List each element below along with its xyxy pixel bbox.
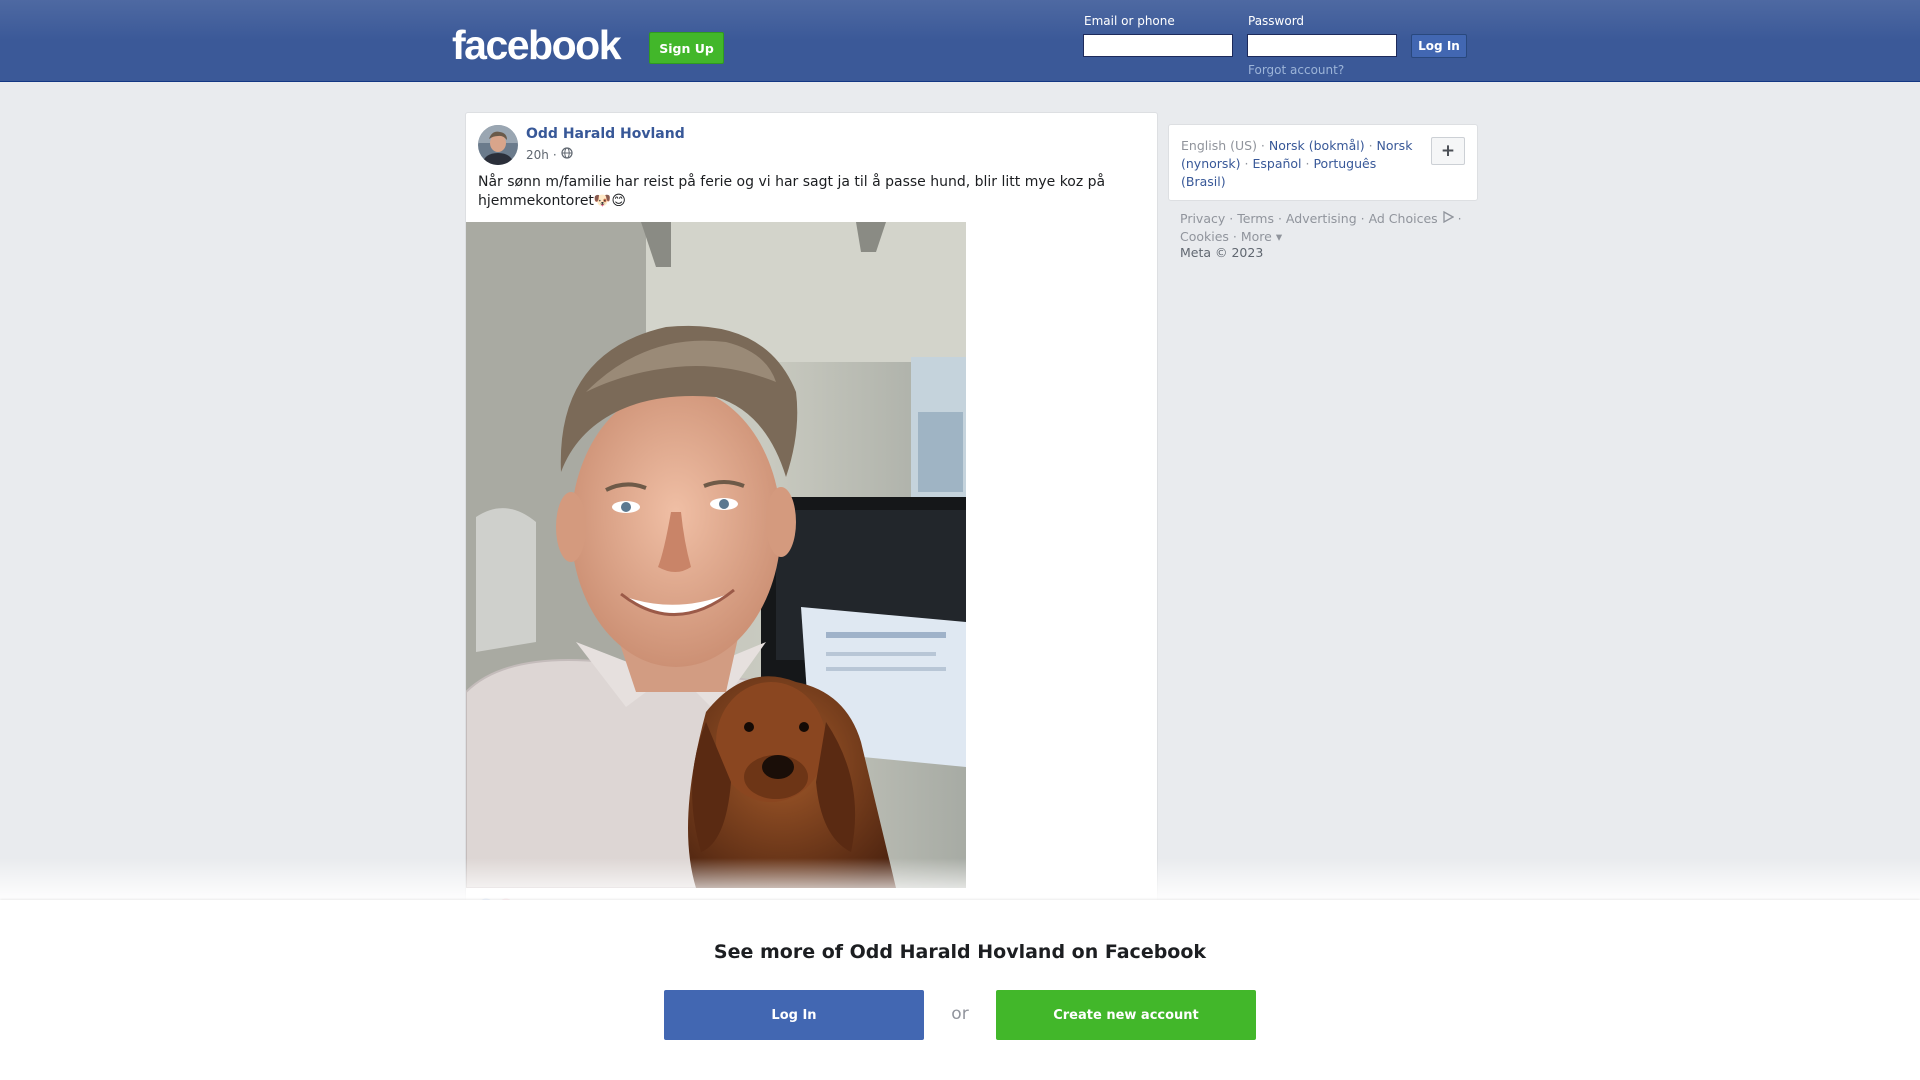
email-label: Email or phone [1084,14,1175,28]
meta-separator: · [552,147,557,162]
content-fade [0,858,1920,900]
login-banner: See more of Odd Harald Hovland on Facebo… [0,900,1920,1080]
ad-choices-link[interactable]: Ad Choices [1369,211,1438,226]
current-language: English (US) [1181,138,1257,153]
language-list: English (US) · Norsk (bokmål) · Norsk (n… [1181,138,1413,189]
cookies-link[interactable]: Cookies [1180,229,1229,244]
password-input[interactable] [1247,34,1397,57]
author-avatar[interactable] [478,125,518,165]
caret-down-icon: ▾ [1275,229,1283,244]
forgot-account-link[interactable]: Forgot account? [1248,63,1344,77]
privacy-link[interactable]: Privacy [1180,211,1225,226]
password-label: Password [1248,14,1305,28]
copyright: Meta © 2023 [1180,245,1264,260]
log-in-button[interactable]: Log In [1411,34,1467,58]
post-card: Odd Harald Hovland 20h · Når sønn m/fami… [465,112,1158,972]
ad-choices-icon [1442,210,1454,226]
more-link[interactable]: More [1241,229,1272,244]
facebook-logo[interactable]: facebook [452,22,622,69]
top-navigation-bar: facebook Sign Up Email or phone Password… [0,0,1920,82]
banner-title: See more of Odd Harald Hovland on Facebo… [713,941,1207,963]
language-option[interactable]: Norsk (bokmål) [1269,138,1365,153]
banner-log-in-button[interactable]: Log In [664,990,924,1040]
post-text: Når sønn m/familie har reist på ferie og… [478,174,1106,209]
post-meta: 20h · [526,147,573,162]
email-input[interactable] [1083,34,1233,57]
language-selector-box: English (US) · Norsk (bokmål) · Norsk (n… [1168,124,1478,201]
sign-up-button[interactable]: Sign Up [649,32,724,64]
or-divider: or [951,1004,969,1024]
create-account-button[interactable]: Create new account [996,990,1256,1040]
terms-link[interactable]: Terms [1237,211,1274,226]
language-option[interactable]: Español [1252,156,1301,171]
author-name-link[interactable]: Odd Harald Hovland [526,126,685,142]
more-languages-button[interactable]: + [1431,137,1465,165]
post-photo[interactable] [466,222,966,888]
footer-links: Privacy · Terms · Advertising · Ad Choic… [1180,210,1462,244]
advertising-link[interactable]: Advertising [1286,211,1357,226]
globe-icon [561,147,573,162]
post-timestamp[interactable]: 20h [526,148,549,162]
